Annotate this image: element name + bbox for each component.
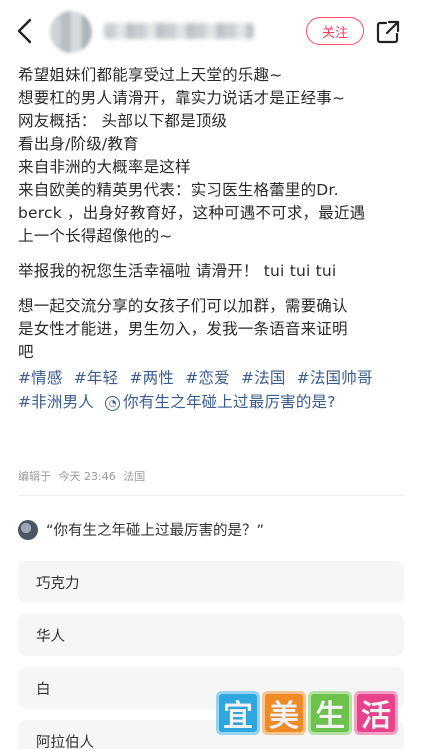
poll-option[interactable]: 华人 (18, 614, 404, 656)
follow-button[interactable]: 关注 (306, 17, 364, 45)
post-line: 看出身/阶级/教育 (18, 135, 139, 153)
watermark-char: 美 (262, 691, 306, 735)
top-bar: 关注 (0, 0, 422, 62)
watermark-char: 活 (354, 691, 398, 735)
post-line: 来自非洲的大概率是这样 (18, 158, 191, 176)
post-line: 想要杠的男人请滑开，靠实力说话才是正经事~ (18, 89, 346, 107)
tag-link[interactable]: #年轻 (74, 369, 119, 387)
post-line: 网友概括： 头部以下都是顶级 (18, 112, 228, 130)
poll-option[interactable]: 巧克力 (18, 561, 404, 603)
watermark-logo: 宜 美 生 活 (216, 691, 398, 735)
topic-link-label: 你有生之年碰上过最厉害的是? (123, 393, 336, 411)
post-line: 上一个长得超像他的~ (18, 227, 173, 245)
topic-link[interactable]: ◔ 你有生之年碰上过最厉害的是? (105, 393, 342, 411)
post-line: 举报我的祝您生活幸福啦 请滑开！ tui tui tui (18, 262, 337, 280)
watermark-char: 生 (308, 691, 352, 735)
post-line: berck ，出身好教育好，这种可遇不可求，最近遇 (18, 204, 366, 222)
timestamp: 今天 23:46 (58, 470, 116, 483)
poll-topic-icon: ◔ (105, 396, 121, 411)
post-line: 吧 (18, 343, 34, 361)
poll-question: “你有生之年碰上过最厉害的是？” (18, 519, 264, 540)
location: 法国 (123, 470, 146, 483)
username-blurred[interactable] (104, 23, 254, 39)
edited-label: 编辑于 (18, 470, 51, 483)
tag-link[interactable]: #法国 (241, 369, 286, 387)
poll-question-text: “你有生之年碰上过最厉害的是？” (46, 523, 265, 539)
tag-row: #情感 #年轻 #两性 #恋爱 #法国 #法国帅哥 (18, 366, 410, 390)
post-line: 想一起交流分享的女孩子们可以加群，需要确认 (18, 297, 348, 315)
chevron-left-icon (17, 18, 32, 44)
poll-option-label: 白 (36, 681, 51, 698)
back-button[interactable] (10, 16, 40, 46)
divider (18, 495, 404, 496)
poll-option-label: 华人 (36, 628, 65, 645)
poll-option-label: 阿拉伯人 (36, 734, 94, 749)
avatar[interactable] (50, 11, 92, 53)
share-icon (376, 20, 400, 44)
tag-row: #非洲男人 ◔ 你有生之年碰上过最厉害的是? (18, 390, 410, 414)
watermark-char: 宜 (216, 691, 260, 735)
tag-link[interactable]: #情感 (18, 369, 63, 387)
post-detail-page: 关注 希望姐妹们都能享受过上天堂的乐趣~ 想要杠的男人请滑开，靠实力说话才是正经… (0, 0, 422, 749)
post-meta: 编辑于 今天 23:46 法国 (18, 468, 149, 484)
tag-list: #情感 #年轻 #两性 #恋爱 #法国 #法国帅哥 #非洲男人 ◔ 你有生之年碰上… (18, 366, 410, 414)
poll-option-label: 巧克力 (36, 575, 80, 592)
tag-link[interactable]: #恋爱 (185, 369, 230, 387)
tag-link[interactable]: #非洲男人 (18, 393, 94, 411)
tag-link[interactable]: #法国帅哥 (297, 369, 373, 387)
tag-link[interactable]: #两性 (129, 369, 174, 387)
post-line: 希望姐妹们都能享受过上天堂的乐趣~ (18, 66, 283, 84)
post-line: 是女性才能进，男生勿入，发我一条语音来证明 (18, 320, 348, 338)
share-button[interactable] (374, 18, 402, 46)
post-body: 希望姐妹们都能享受过上天堂的乐趣~ 想要杠的男人请滑开，靠实力说话才是正经事~ … (18, 64, 410, 414)
post-line: 来自欧美的精英男代表：实习医生格蕾里的Dr. (18, 181, 339, 199)
poll-icon (18, 519, 38, 540)
